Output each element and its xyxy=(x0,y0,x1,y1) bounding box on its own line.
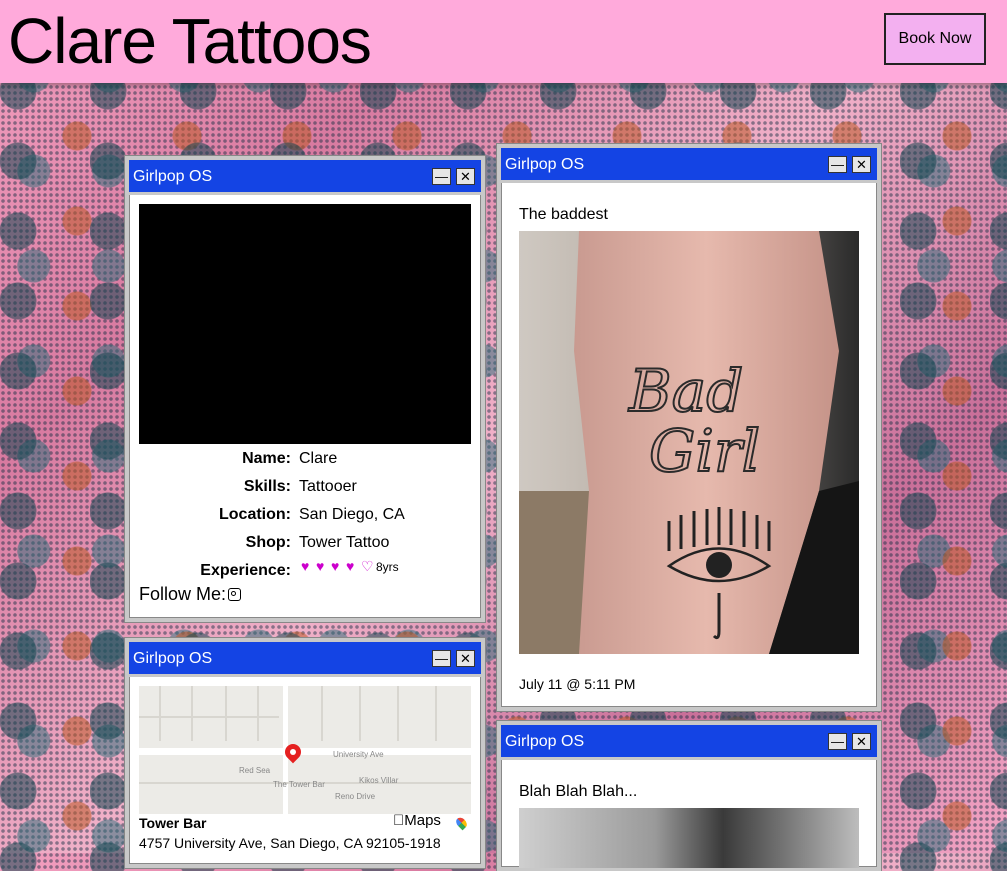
heart-filled-icon: ♥ xyxy=(301,558,310,574)
heart-empty-icon: ♡ xyxy=(361,558,374,574)
window-titlebar[interactable]: Girlpop OS — ✕ xyxy=(501,148,877,183)
map-road xyxy=(321,686,323,741)
window-titlebar[interactable]: Girlpop OS — ✕ xyxy=(129,160,481,195)
post-window: Girlpop OS — ✕ Blah Blah Blah... xyxy=(497,721,881,871)
map-road xyxy=(139,716,279,718)
skills-value: Tattooer xyxy=(299,478,357,495)
close-button[interactable]: ✕ xyxy=(456,168,475,185)
shop-value: Tower Tattoo xyxy=(299,534,390,551)
window-title: Girlpop OS xyxy=(505,733,585,750)
map-road xyxy=(435,686,437,741)
window-title: Girlpop OS xyxy=(133,168,213,185)
heart-filled-icon: ♥ xyxy=(346,558,355,574)
map-road xyxy=(359,686,361,741)
minimize-button[interactable]: — xyxy=(828,156,847,173)
site-title: Clare Tattoos xyxy=(8,5,372,77)
name-value: Clare xyxy=(299,450,338,467)
map-poi-label: The Tower Bar xyxy=(273,780,325,789)
window-titlebar[interactable]: Girlpop OS — ✕ xyxy=(501,725,877,760)
post-caption: The baddest xyxy=(519,206,608,223)
window-titlebar[interactable]: Girlpop OS — ✕ xyxy=(129,642,481,677)
place-address: 4757 University Ave, San Diego, CA 92105… xyxy=(139,835,441,851)
experience-rating: ♥ ♥ ♥ ♥ ♡ 8yrs xyxy=(301,558,399,576)
window-title: Girlpop OS xyxy=(133,650,213,667)
map-road xyxy=(139,748,471,755)
maps-brand-label: Maps xyxy=(393,812,441,829)
map-road xyxy=(257,686,259,741)
minimize-button[interactable]: — xyxy=(432,168,451,185)
book-now-button[interactable]: Book Now xyxy=(884,13,986,65)
place-name: Tower Bar xyxy=(139,815,207,831)
post-photo xyxy=(519,808,859,868)
minimize-button[interactable]: — xyxy=(432,650,451,667)
profile-window: Girlpop OS — ✕ Name: Clare Skills: Tatto… xyxy=(125,156,485,622)
map-street-label: Reno Drive xyxy=(335,792,376,801)
experience-label: Experience: xyxy=(200,562,291,579)
heart-filled-icon: ♥ xyxy=(316,558,325,574)
map-window: Girlpop OS — ✕ University Ave Red Sea Th… xyxy=(125,638,485,868)
map-poi-label: Kikos Villar xyxy=(359,776,399,785)
window-title: Girlpop OS xyxy=(505,156,585,173)
follow-me: Follow Me: xyxy=(139,584,242,605)
map-street-label: University Ave xyxy=(333,750,384,759)
map-road xyxy=(159,686,161,741)
map-road xyxy=(397,686,399,741)
close-button[interactable]: ✕ xyxy=(456,650,475,667)
skills-label: Skills: xyxy=(243,478,291,495)
post-date: July 11 @ 5:11 PM xyxy=(519,676,636,692)
close-button[interactable]: ✕ xyxy=(852,156,871,173)
svg-text:Girl: Girl xyxy=(649,417,760,485)
post-window: Girlpop OS — ✕ The baddest Bad Girl July… xyxy=(497,144,881,711)
close-button[interactable]: ✕ xyxy=(852,733,871,750)
site-header: Clare Tattoos Book Now xyxy=(0,0,1007,83)
heart-filled-icon: ♥ xyxy=(331,558,340,574)
minimize-button[interactable]: — xyxy=(828,733,847,750)
map-road xyxy=(225,686,227,741)
apple-maps-link[interactable]: Maps xyxy=(393,812,441,829)
name-label: Name: xyxy=(242,450,291,467)
map-road xyxy=(191,686,193,741)
experience-years: 8yrs xyxy=(376,560,399,574)
location-value: San Diego, CA xyxy=(299,506,405,523)
instagram-icon[interactable] xyxy=(228,587,242,601)
post-caption: Blah Blah Blah... xyxy=(519,783,638,800)
tattoo-photo: Bad Girl xyxy=(519,231,859,654)
shop-label: Shop: xyxy=(245,534,291,551)
follow-label: Follow Me: xyxy=(139,584,227,604)
location-label: Location: xyxy=(219,506,291,523)
profile-photo xyxy=(139,204,471,444)
map-view[interactable]: University Ave Red Sea The Tower Bar Kik… xyxy=(139,686,471,814)
map-poi-label: Red Sea xyxy=(239,766,271,775)
google-maps-icon[interactable] xyxy=(454,815,469,831)
svg-text:Bad: Bad xyxy=(628,357,743,425)
